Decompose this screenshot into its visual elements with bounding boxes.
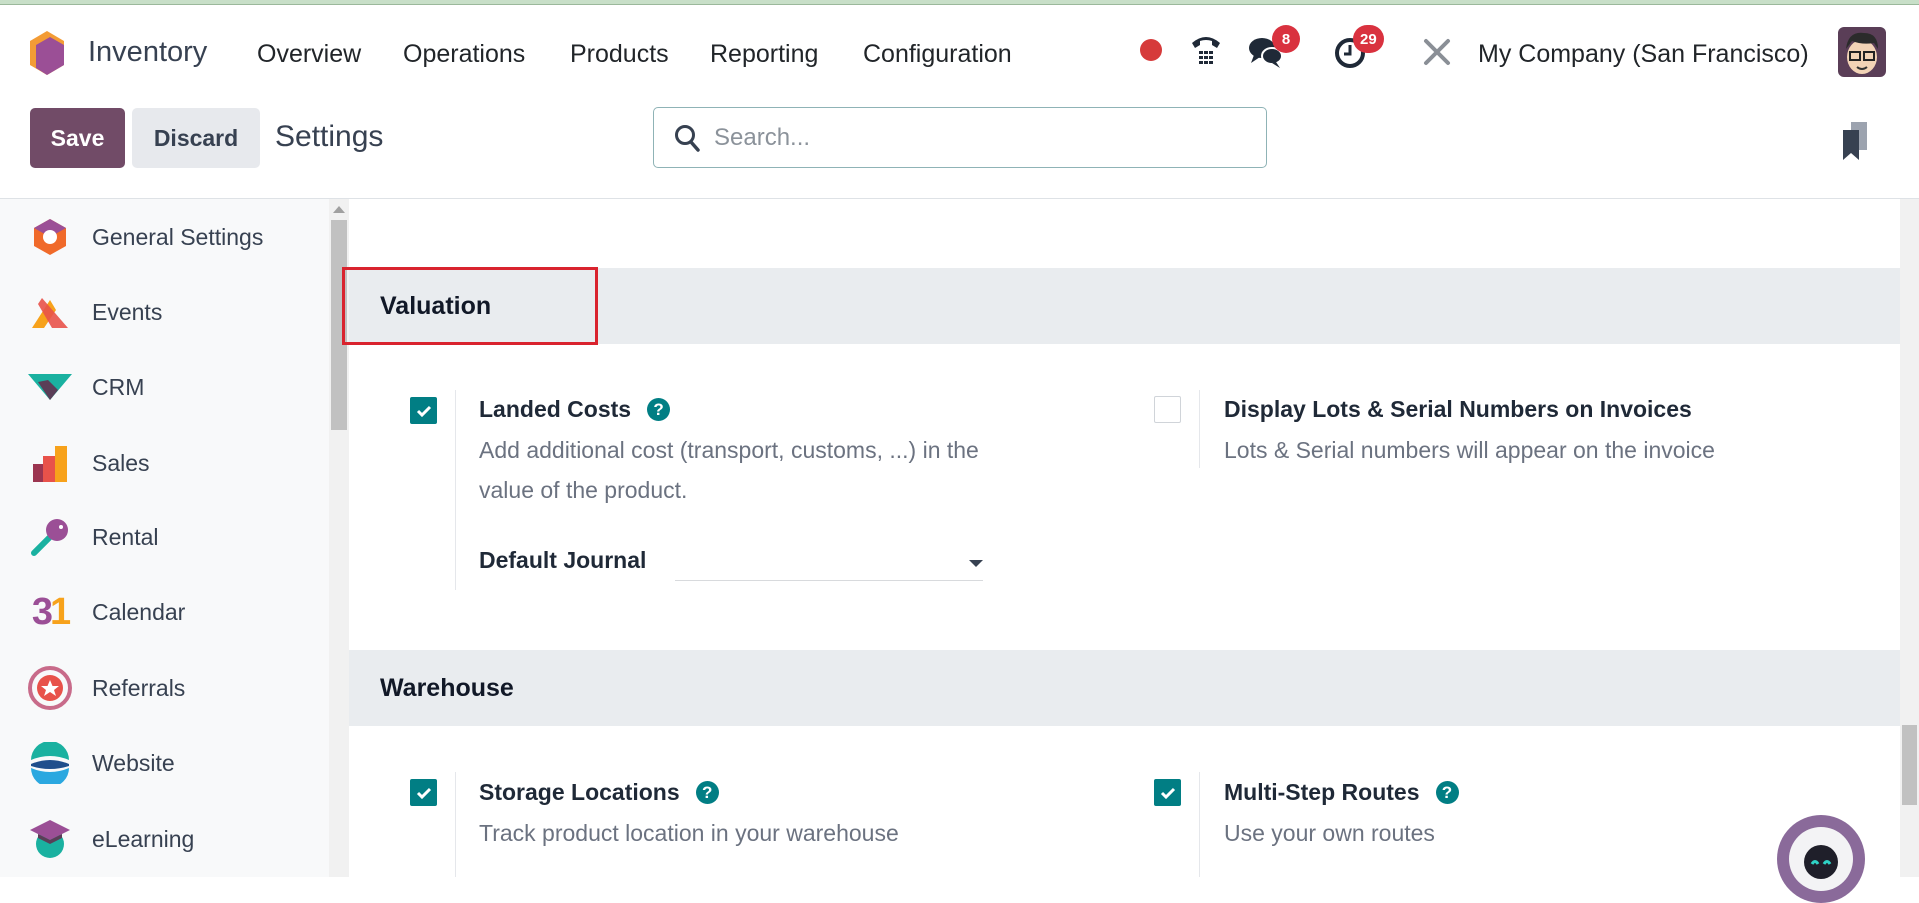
- save-button[interactable]: Save: [30, 108, 125, 168]
- landed-costs-title: Landed Costs?: [479, 396, 671, 423]
- page-title: Settings: [275, 120, 384, 153]
- lots-invoices-title: Display Lots & Serial Numbers on Invoice…: [1224, 396, 1692, 422]
- sidebar-item-elearning[interactable]: eLearning: [28, 814, 194, 864]
- menu-configuration[interactable]: Configuration: [863, 40, 1012, 69]
- landed-costs-desc-2: value of the product.: [479, 477, 688, 503]
- setting-title: Multi-Step Routes: [1224, 779, 1420, 805]
- crm-icon: [28, 365, 72, 409]
- activities-badge: 29: [1353, 25, 1384, 53]
- events-icon: [28, 290, 72, 334]
- section-title: Warehouse: [380, 673, 514, 702]
- sidebar-item-events[interactable]: Events: [28, 287, 162, 337]
- sidebar-item-label: Sales: [92, 449, 150, 476]
- check-icon: [1160, 787, 1175, 799]
- sidebar-item-website[interactable]: Website: [28, 738, 175, 788]
- scroll-up-arrow-icon[interactable]: [333, 206, 345, 213]
- discard-button[interactable]: Discard: [132, 108, 260, 168]
- help-icon[interactable]: ?: [647, 398, 671, 421]
- website-icon: [28, 741, 72, 785]
- sidebar-item-rental[interactable]: Rental: [28, 512, 158, 562]
- default-journal-label: Default Journal: [479, 547, 647, 573]
- sidebar-item-label: Rental: [92, 523, 159, 550]
- sidebar-item-crm[interactable]: CRM: [28, 362, 144, 412]
- setting-divider: [455, 772, 456, 877]
- inventory-app-logo-icon: [30, 31, 64, 80]
- sidebar-item-sales[interactable]: Sales: [28, 438, 150, 488]
- sidebar-item-calendar[interactable]: 31 Calendar: [28, 587, 185, 637]
- sidebar-item-label: Calendar: [92, 598, 186, 625]
- check-icon: [416, 405, 431, 417]
- app-name[interactable]: Inventory: [88, 36, 207, 69]
- status-dot-icon[interactable]: [1140, 39, 1162, 61]
- setting-title: Landed Costs: [479, 396, 632, 422]
- debug-tools-icon[interactable]: [1422, 37, 1452, 72]
- setting-divider: [1199, 390, 1200, 468]
- search-input[interactable]: Search...: [653, 107, 1267, 168]
- top-navbar: Inventory Overview Operations Products R…: [0, 5, 1919, 100]
- calendar-icon: 31: [31, 590, 71, 633]
- storage-locations-desc: Track product location in your warehouse: [479, 820, 899, 846]
- sidebar-item-general-settings[interactable]: General Settings: [28, 212, 263, 262]
- bookmark-icon[interactable]: [1843, 122, 1869, 165]
- chatbot-launcher[interactable]: [1777, 815, 1865, 903]
- user-avatar[interactable]: [1838, 27, 1886, 77]
- multi-step-routes-checkbox[interactable]: [1154, 779, 1181, 806]
- sidebar-item-label: Website: [92, 749, 175, 776]
- sidebar-item-label: General Settings: [92, 223, 264, 250]
- menu-overview[interactable]: Overview: [257, 40, 361, 69]
- sidebar-item-label: CRM: [92, 373, 145, 400]
- section-header-warehouse: Warehouse: [349, 650, 1900, 726]
- sidebar-item-label: Events: [92, 298, 163, 325]
- sidebar-item-label: eLearning: [92, 825, 195, 852]
- general-settings-icon: [28, 215, 72, 259]
- setting-divider: [455, 390, 456, 590]
- check-icon: [416, 787, 431, 799]
- phone-icon[interactable]: [1190, 33, 1222, 72]
- help-icon[interactable]: ?: [1435, 781, 1459, 804]
- messages-badge: 8: [1272, 25, 1300, 53]
- storage-locations-title: Storage Locations?: [479, 779, 719, 806]
- storage-locations-checkbox[interactable]: [410, 779, 437, 806]
- default-journal-select[interactable]: [675, 545, 983, 581]
- rental-icon: [28, 515, 72, 559]
- main-scrollbar-thumb[interactable]: [1902, 725, 1917, 805]
- help-icon[interactable]: ?: [695, 781, 719, 804]
- highlight-box: [342, 267, 598, 345]
- landed-costs-checkbox[interactable]: [410, 397, 437, 424]
- menu-products[interactable]: Products: [570, 40, 669, 69]
- chevron-down-icon: [969, 560, 983, 567]
- multi-step-routes-title: Multi-Step Routes?: [1224, 779, 1459, 806]
- menu-reporting[interactable]: Reporting: [710, 40, 818, 69]
- setting-divider: [1199, 772, 1200, 877]
- menu-operations[interactable]: Operations: [403, 40, 525, 69]
- landed-costs-desc-1: Add additional cost (transport, customs,…: [479, 437, 979, 463]
- sidebar-item-label: Referrals: [92, 674, 186, 701]
- sales-icon: [28, 441, 72, 485]
- referrals-icon: [28, 666, 72, 710]
- elearning-icon: [28, 817, 72, 861]
- search-placeholder: Search...: [714, 123, 811, 151]
- sidebar-item-referrals[interactable]: Referrals: [28, 663, 185, 713]
- multi-step-routes-desc: Use your own routes: [1224, 820, 1435, 846]
- robot-icon: [1789, 827, 1853, 891]
- setting-title: Storage Locations: [479, 779, 680, 805]
- search-icon: [675, 124, 700, 152]
- lots-invoices-checkbox[interactable]: [1154, 396, 1181, 423]
- lots-invoices-desc: Lots & Serial numbers will appear on the…: [1224, 437, 1715, 463]
- settings-sidebar: General Settings Events CRM Sales Rental…: [0, 199, 329, 877]
- company-switcher[interactable]: My Company (San Francisco): [1478, 40, 1809, 69]
